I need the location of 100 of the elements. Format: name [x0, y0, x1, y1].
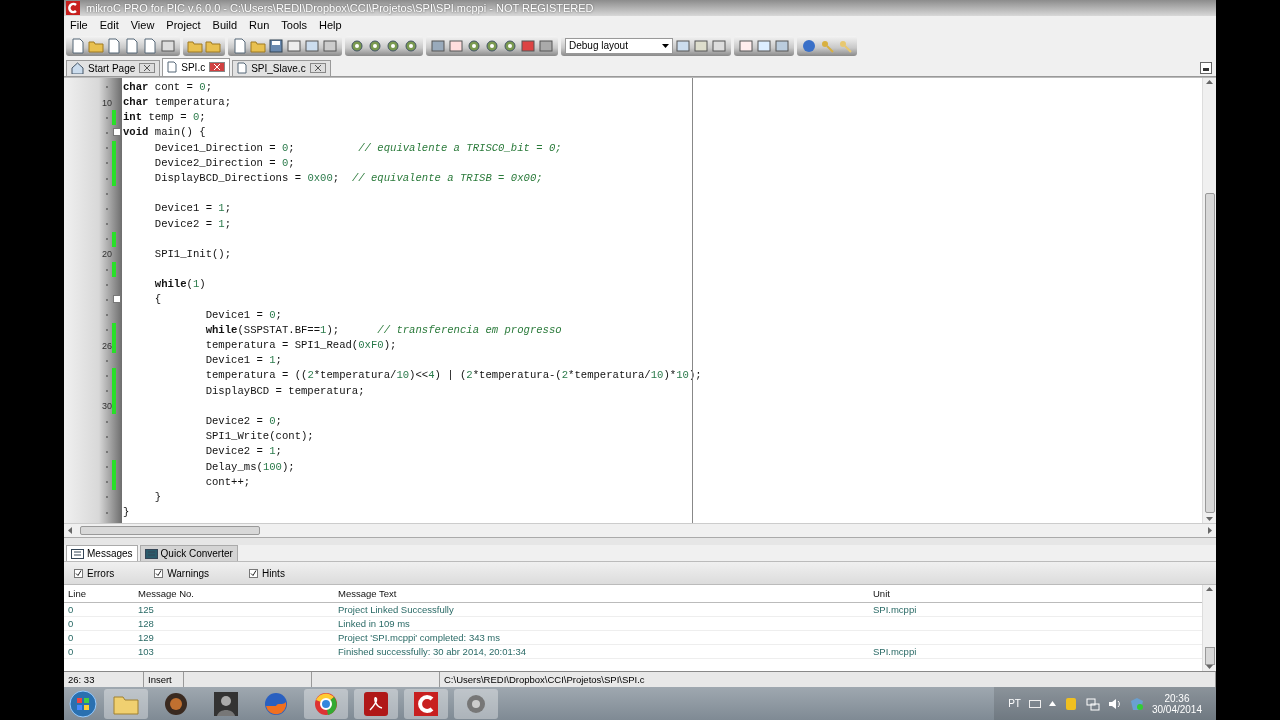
code-line: Device2 = 1;: [153, 216, 233, 232]
checkbox[interactable]: [249, 568, 259, 578]
scroll-thumb[interactable]: [80, 526, 260, 536]
editor-tab[interactable]: SPI.c: [162, 57, 231, 76]
table-cell: Linked in 109 ms: [334, 617, 869, 632]
window-title: mikroC PRO for PIC v.6.0.0 - C:\Users\REDI\Dropbox\CCI\Projetos\SPI\SPI.mcppi - NOT REGISTERED: [86, 1, 594, 14]
document-icon: [167, 61, 178, 74]
language-indicator[interactable]: PT: [1008, 698, 1021, 709]
checkbox[interactable]: [154, 568, 164, 578]
filter-checkbox[interactable]: Errors: [74, 567, 115, 579]
app-logo-icon: [414, 691, 438, 716]
document-icon[interactable]: [106, 37, 122, 54]
circle-icon: [314, 691, 338, 716]
code-line: char temperatura;: [123, 95, 233, 110]
scroll-right-icon[interactable]: [1208, 527, 1212, 535]
clock[interactable]: 20:36 30/04/2014: [1151, 692, 1202, 715]
menu-item[interactable]: Build: [212, 18, 238, 31]
code-line: char cont = 0;: [123, 79, 213, 95]
scroll-thumb[interactable]: [1204, 647, 1215, 666]
code-line: Device2 = 0;: [204, 413, 283, 429]
keyboard-icon[interactable]: [1028, 699, 1041, 708]
table-cell: Project 'SPI.mcppi' completed: 343 ms: [334, 631, 869, 646]
clock-date: 30/04/2014: [1151, 703, 1202, 715]
scroll-up-icon[interactable]: [1206, 79, 1213, 84]
table-cell: 103: [134, 645, 334, 660]
close-icon[interactable]: [139, 63, 156, 74]
taskbar-button[interactable]: [454, 688, 498, 719]
menu-item[interactable]: Run: [249, 18, 270, 31]
menu-item[interactable]: Tools: [281, 18, 307, 31]
panel-tab[interactable]: Messages: [66, 545, 138, 562]
grid-icon: [144, 548, 158, 559]
fold-icon[interactable]: [113, 295, 121, 304]
panel-icon[interactable]: [1200, 61, 1212, 74]
up-arrow-icon[interactable]: [1048, 701, 1056, 706]
menu-item[interactable]: File: [70, 18, 88, 31]
code-line: Device1 = 0;: [204, 307, 283, 323]
document-icon[interactable]: [232, 37, 248, 54]
table-cell: SPI.mcppi: [869, 645, 1202, 660]
code-line: while(SSPSTAT.BF==1); // transferencia em progresso: [204, 322, 563, 338]
menu-item[interactable]: Help: [318, 18, 342, 31]
close-icon[interactable]: [309, 63, 326, 74]
code-line: cont++;: [204, 474, 252, 490]
code-line: Device1 = 1;: [204, 353, 283, 369]
code-line: DisplayBCD = temperatura;: [204, 383, 366, 399]
table-cell: 125: [134, 603, 334, 618]
code-line: SPI1_Init();: [153, 246, 233, 262]
save-icon[interactable]: [268, 37, 284, 54]
caret-icon: [662, 43, 669, 48]
panel-tab[interactable]: Quick Converter: [139, 545, 238, 562]
taskbar-button[interactable]: [354, 688, 398, 719]
code-line: int temp = 0;: [123, 110, 207, 126]
fold-icon[interactable]: [113, 128, 121, 137]
line-number: 20: [102, 249, 112, 260]
note-icon[interactable]: [1063, 696, 1078, 711]
globe-icon: [264, 691, 288, 716]
code-line: Device1 = 1;: [153, 201, 233, 217]
grid-icon: [71, 548, 84, 559]
column-header[interactable]: Unit: [869, 585, 1202, 604]
document-icon: [237, 62, 248, 75]
volume-icon[interactable]: [1107, 696, 1122, 711]
table-cell: 128: [134, 617, 334, 632]
column-header[interactable]: Message No.: [134, 585, 334, 604]
checkbox[interactable]: [74, 568, 83, 578]
taskbar-button[interactable]: [404, 688, 448, 719]
scroll-left-icon[interactable]: [68, 527, 72, 535]
editor-tab[interactable]: SPI_Slave.c: [232, 59, 331, 76]
menu-item[interactable]: View: [130, 18, 155, 31]
taskbar-button[interactable]: [304, 688, 348, 719]
code-line: Delay_ms(100);: [204, 459, 296, 475]
table-cell: SPI.mcppi: [869, 603, 1202, 618]
code-line: while(1): [153, 277, 207, 293]
column-header[interactable]: Message Text: [334, 585, 869, 604]
app-logo-icon: [66, 0, 80, 15]
column-header[interactable]: Line: [64, 585, 134, 604]
table-cell: 129: [134, 631, 334, 646]
figure-icon: [214, 691, 238, 716]
filter-checkbox[interactable]: Hints: [249, 567, 285, 579]
pdf-icon: [364, 691, 388, 716]
code-line: DisplayBCD_Directions = 0x00; // equivalente a TRISB = 0x00;: [153, 170, 544, 186]
document-icon[interactable]: [124, 37, 140, 54]
document-icon[interactable]: [142, 37, 158, 54]
menu-item[interactable]: Project: [166, 18, 201, 31]
filter-checkbox[interactable]: Warnings: [154, 567, 210, 579]
scroll-thumb[interactable]: [1204, 193, 1215, 514]
scrollbar[interactable]: [1202, 77, 1216, 524]
code-line: SPI1_Write(cont);: [204, 429, 315, 445]
close-icon[interactable]: [209, 62, 226, 73]
layout-dropdown[interactable]: Debug layout: [565, 37, 673, 54]
network-icon[interactable]: [1085, 696, 1100, 711]
scrollbar[interactable]: [1202, 585, 1216, 672]
code-line: void main() {: [123, 125, 207, 141]
code-line: Device2_Direction = 0;: [153, 155, 296, 171]
editor-tab[interactable]: Start Page: [66, 59, 161, 76]
code-line: Device2 = 1;: [204, 444, 283, 460]
menu-item[interactable]: Edit: [99, 18, 119, 31]
code-line: temperatura = SPI1_Read(0xF0);: [204, 338, 398, 353]
start-button[interactable]: [68, 688, 98, 719]
code-line: }: [153, 489, 163, 505]
scrollbar[interactable]: [64, 523, 1216, 538]
document-icon[interactable]: [70, 37, 86, 54]
